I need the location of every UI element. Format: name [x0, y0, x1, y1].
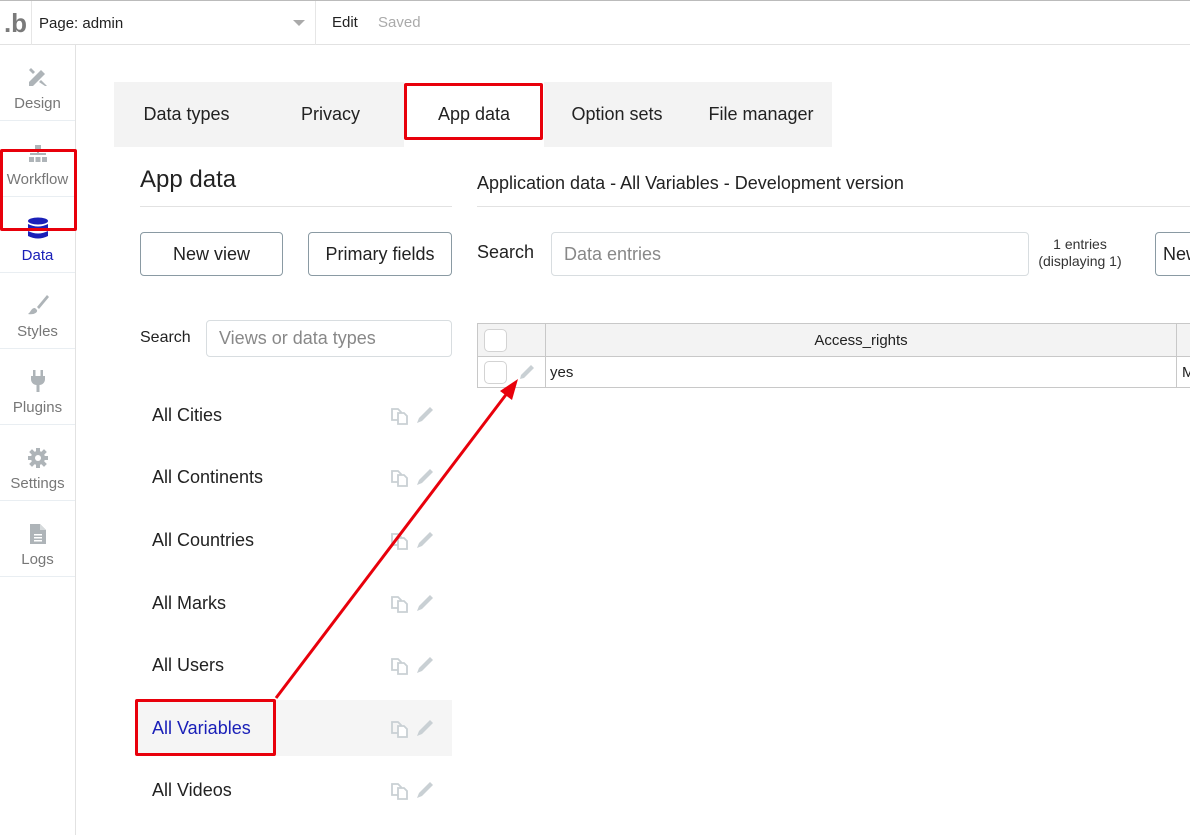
sidebar-item-label: Logs — [21, 551, 54, 568]
data-table: Access_rights yes M — [477, 323, 1190, 388]
column-header[interactable] — [1177, 324, 1190, 356]
top-bar: .b Page: admin Edit Saved — [0, 0, 1190, 45]
view-item[interactable]: All Countries — [137, 512, 452, 568]
divider — [140, 206, 452, 207]
pencil-icon[interactable] — [415, 467, 435, 494]
sidebar-item-workflow[interactable]: Workflow — [0, 121, 75, 197]
tab-file-manager[interactable]: File manager — [690, 82, 832, 147]
copy-icon[interactable] — [389, 405, 411, 432]
sidebar-item-logs[interactable]: Logs — [0, 501, 75, 577]
view-actions — [389, 718, 435, 745]
data-view-title: Application data - All Variables - Devel… — [477, 173, 904, 193]
chevron-down-icon — [293, 20, 305, 26]
pencil-icon[interactable] — [518, 363, 536, 385]
database-icon — [27, 217, 48, 239]
new-view-button[interactable]: New view — [140, 232, 283, 276]
copy-icon[interactable] — [389, 530, 411, 557]
sidebar-item-label: Data — [21, 247, 54, 264]
edit-menu[interactable]: Edit — [332, 14, 358, 31]
save-status: Saved — [378, 14, 421, 31]
pencil-icon[interactable] — [415, 593, 435, 620]
copy-icon[interactable] — [389, 780, 411, 807]
row-select-cell — [477, 357, 546, 387]
data-tabs: Data types Privacy App data Option sets … — [114, 82, 832, 147]
view-item[interactable]: All Users — [137, 637, 452, 693]
column-header[interactable]: Access_rights — [546, 324, 1177, 356]
copy-icon[interactable] — [389, 593, 411, 620]
plug-icon — [30, 370, 45, 392]
tab-app-data[interactable]: App data — [404, 82, 544, 147]
sidebar-item-data[interactable]: Data — [0, 197, 75, 273]
copy-icon[interactable] — [389, 467, 411, 494]
divider — [477, 206, 1190, 207]
copy-icon[interactable] — [389, 718, 411, 745]
view-actions — [389, 593, 435, 620]
table-header: Access_rights — [477, 324, 1190, 357]
new-entry-button[interactable]: New entry — [1155, 232, 1190, 276]
entries-displaying: (displaying 1) — [1038, 253, 1122, 269]
panel-title: App data — [140, 166, 237, 193]
pencil-icon[interactable] — [415, 530, 435, 557]
view-item-label: All Countries — [152, 529, 255, 550]
view-item-label: All Marks — [152, 592, 227, 613]
views-search-label: Search — [140, 329, 191, 346]
entries-total: 1 entries — [1053, 236, 1107, 252]
copy-icon[interactable] — [389, 655, 411, 682]
views-search-input[interactable] — [206, 320, 452, 357]
document-icon — [29, 524, 46, 544]
entries-count: 1 entries (displaying 1) — [1030, 236, 1130, 270]
pencil-icon[interactable] — [415, 780, 435, 807]
view-actions — [389, 530, 435, 557]
sidebar-item-label: Workflow — [6, 171, 69, 188]
view-item-label: All Cities — [152, 404, 223, 425]
view-item[interactable]: All Cities — [137, 387, 452, 443]
table-row[interactable]: yes M — [477, 357, 1190, 388]
sidebar-item-styles[interactable]: Styles — [0, 273, 75, 349]
sidebar-item-design[interactable]: Design — [0, 45, 75, 121]
view-item[interactable]: All Variables — [137, 700, 452, 756]
page-selector-label: Page: admin — [39, 14, 124, 32]
pencil-icon[interactable] — [415, 718, 435, 745]
view-item-label: All Continents — [152, 466, 264, 487]
sidebar-item-label: Settings — [10, 475, 65, 492]
row-checkbox[interactable] — [484, 360, 507, 384]
workflow-icon — [28, 145, 47, 162]
pencil-icon[interactable] — [415, 405, 435, 432]
view-actions — [389, 467, 435, 494]
brush-icon — [27, 295, 49, 315]
tab-option-sets[interactable]: Option sets — [544, 82, 690, 147]
primary-fields-button[interactable]: Primary fields — [308, 232, 452, 276]
bubble-logo[interactable]: .b — [0, 1, 32, 45]
view-item-label: All Variables — [152, 717, 251, 738]
entries-search-label: Search — [477, 242, 535, 262]
sidebar-item-label: Styles — [17, 323, 58, 340]
sidebar-item-plugins[interactable]: Plugins — [0, 349, 75, 425]
sidebar: Design Workflow Data Styles Plugins Sett… — [0, 45, 76, 835]
page-selector[interactable]: Page: admin — [32, 1, 316, 45]
select-all-checkbox[interactable] — [484, 328, 507, 352]
view-item-label: All Users — [152, 654, 225, 675]
table-cell[interactable]: M — [1177, 357, 1190, 387]
sidebar-item-label: Plugins — [12, 399, 63, 416]
sidebar-item-label: Design — [14, 95, 61, 112]
view-item-label: All Videos — [152, 779, 232, 800]
view-actions — [389, 780, 435, 807]
pencil-icon[interactable] — [415, 655, 435, 682]
design-icon — [28, 68, 47, 86]
view-item[interactable]: All Continents — [137, 449, 452, 505]
view-actions — [389, 405, 435, 432]
entries-search-input[interactable] — [551, 232, 1029, 276]
select-all-cell — [477, 324, 546, 356]
new-entry-label: New entry — [1163, 243, 1190, 264]
gear-icon — [27, 448, 48, 468]
view-actions — [389, 655, 435, 682]
tab-privacy[interactable]: Privacy — [259, 82, 402, 147]
sidebar-item-settings[interactable]: Settings — [0, 425, 75, 501]
view-item[interactable]: All Marks — [137, 575, 452, 631]
tab-data-types[interactable]: Data types — [114, 82, 259, 147]
view-item[interactable]: All Videos — [137, 762, 452, 818]
table-cell[interactable]: yes — [546, 357, 1177, 387]
